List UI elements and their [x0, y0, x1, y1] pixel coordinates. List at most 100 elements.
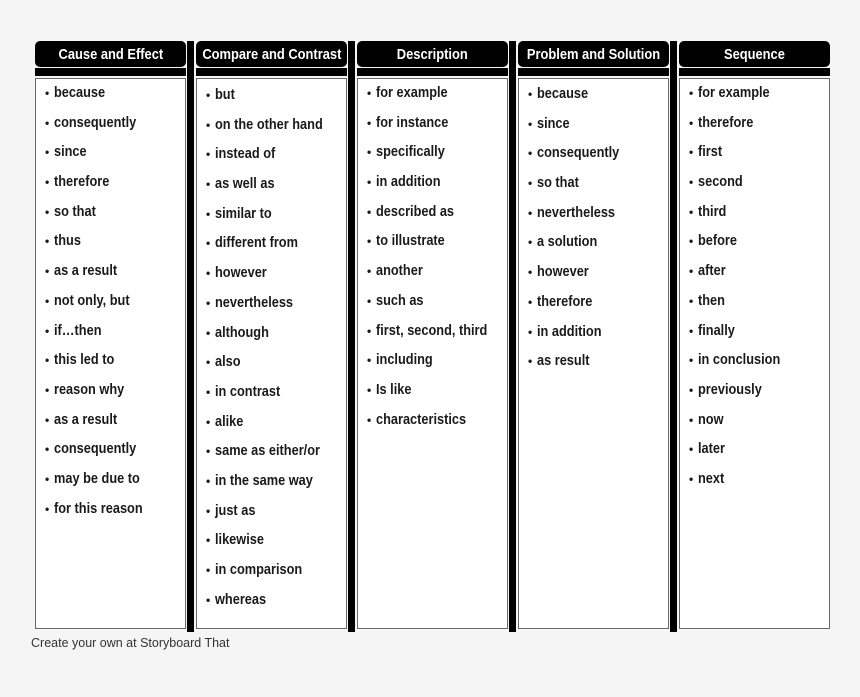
- list-item: • in the same way: [206, 469, 342, 499]
- bullet-icon: •: [206, 295, 211, 310]
- signal-word: such as: [376, 292, 424, 309]
- column-divider: [187, 41, 194, 632]
- bullet-icon: •: [528, 294, 533, 309]
- column-panel-sequence: • for example • therefore • first • second • thir…: [679, 78, 830, 629]
- signal-word: although: [215, 324, 269, 341]
- header-band: [518, 68, 669, 76]
- bullet-icon: •: [689, 234, 694, 249]
- signal-word: nevertheless: [215, 294, 294, 311]
- bullet-icon: •: [45, 323, 50, 338]
- signal-word: for example: [698, 85, 770, 101]
- bullet-icon: •: [206, 473, 211, 488]
- signal-word: as a result: [54, 411, 118, 428]
- list-item: • as a result: [45, 408, 181, 438]
- signal-word: in comparison: [215, 562, 303, 578]
- column-header-description: Description: [357, 41, 508, 67]
- signal-word: but: [215, 87, 235, 103]
- bullet-icon: •: [206, 88, 211, 102]
- list-item: • before: [689, 229, 825, 259]
- column-panel-problem-and-solution: • because • since • consequently • so that • neve…: [518, 78, 669, 629]
- signal-word: Is like: [376, 381, 412, 398]
- list-item: • similar to: [206, 202, 342, 232]
- word-list: • because • consequently • since • therefore • so…: [45, 81, 181, 526]
- column-header-problem-and-solution: Problem and Solution: [518, 41, 669, 67]
- bullet-icon: •: [206, 117, 211, 132]
- signal-word: specifically: [376, 144, 445, 161]
- bullet-icon: •: [45, 382, 50, 397]
- list-item: • previously: [689, 378, 825, 408]
- column-header-cause-and-effect: Cause and Effect: [35, 41, 186, 67]
- bullet-icon: •: [689, 115, 694, 130]
- bullet-icon: •: [206, 503, 211, 518]
- list-item: • however: [206, 261, 342, 291]
- list-item: • whereas: [206, 588, 342, 618]
- signal-word: after: [698, 263, 726, 280]
- list-item: • second: [689, 170, 825, 200]
- bullet-icon: •: [689, 86, 694, 100]
- signal-word: to illustrate: [376, 233, 445, 250]
- list-item: • finally: [689, 319, 825, 349]
- signal-word: in contrast: [215, 383, 281, 400]
- list-item: • in comparison: [206, 558, 342, 588]
- signal-word: first: [698, 144, 723, 161]
- storyboard-that-credit[interactable]: Create your own at Storyboard That: [31, 636, 230, 650]
- header-band: [679, 68, 830, 76]
- list-item: • but: [206, 83, 342, 113]
- signal-word: thus: [54, 233, 81, 250]
- signal-word: so that: [537, 175, 579, 192]
- signal-word: same as either/or: [215, 443, 320, 460]
- column-divider: [348, 41, 355, 632]
- bullet-icon: •: [367, 323, 372, 338]
- list-item: • in addition: [367, 170, 503, 200]
- word-list: • because • since • consequently • so that • neve…: [528, 82, 664, 379]
- bullet-icon: •: [206, 384, 211, 399]
- signal-word: described as: [376, 203, 455, 220]
- bullet-icon: •: [689, 471, 694, 486]
- list-item: • consequently: [45, 111, 181, 141]
- list-item: • on the other hand: [206, 113, 342, 143]
- signal-word: on the other hand: [215, 116, 323, 133]
- list-item: • nevertheless: [528, 201, 664, 231]
- list-item: • this led to: [45, 348, 181, 378]
- signal-word: therefore: [698, 114, 754, 131]
- signal-word: as a result: [54, 263, 118, 280]
- signal-word: instead of: [215, 146, 276, 163]
- bullet-icon: •: [367, 293, 372, 308]
- bullet-icon: •: [689, 353, 694, 368]
- bullet-icon: •: [689, 442, 694, 457]
- list-item: • after: [689, 259, 825, 289]
- bullet-icon: •: [528, 324, 533, 339]
- list-item: • therefore: [45, 170, 181, 200]
- bullet-icon: •: [528, 87, 533, 101]
- column-title: Sequence: [724, 45, 785, 63]
- list-item: • just as: [206, 499, 342, 529]
- list-item: • in contrast: [206, 380, 342, 410]
- list-item: • nevertheless: [206, 291, 342, 321]
- bullet-icon: •: [206, 414, 211, 429]
- list-item: • since: [528, 112, 664, 142]
- bullet-icon: •: [528, 146, 533, 161]
- signal-word: including: [376, 352, 433, 369]
- list-item: • for instance: [367, 111, 503, 141]
- bullet-icon: •: [367, 353, 372, 368]
- list-item: • same as either/or: [206, 439, 342, 469]
- list-item: • next: [689, 467, 825, 497]
- list-item: • first, second, third: [367, 319, 503, 349]
- signal-word: second: [698, 174, 743, 191]
- bullet-icon: •: [367, 175, 372, 190]
- list-item: • because: [45, 81, 181, 111]
- bullet-icon: •: [45, 264, 50, 279]
- bullet-icon: •: [45, 442, 50, 457]
- bullet-icon: •: [206, 177, 211, 192]
- list-item: • in conclusion: [689, 348, 825, 378]
- signal-word: consequently: [537, 145, 620, 162]
- bullet-icon: •: [367, 234, 372, 249]
- signal-word: however: [537, 264, 589, 281]
- list-item: • may be due to: [45, 467, 181, 497]
- column-title: Compare and Contrast: [201, 45, 342, 63]
- column-panel-description: • for example • for instance • specifically • i…: [357, 78, 508, 629]
- bullet-icon: •: [528, 235, 533, 250]
- signal-word: therefore: [54, 174, 110, 191]
- signal-word: whereas: [215, 591, 267, 608]
- signal-word: therefore: [537, 293, 593, 310]
